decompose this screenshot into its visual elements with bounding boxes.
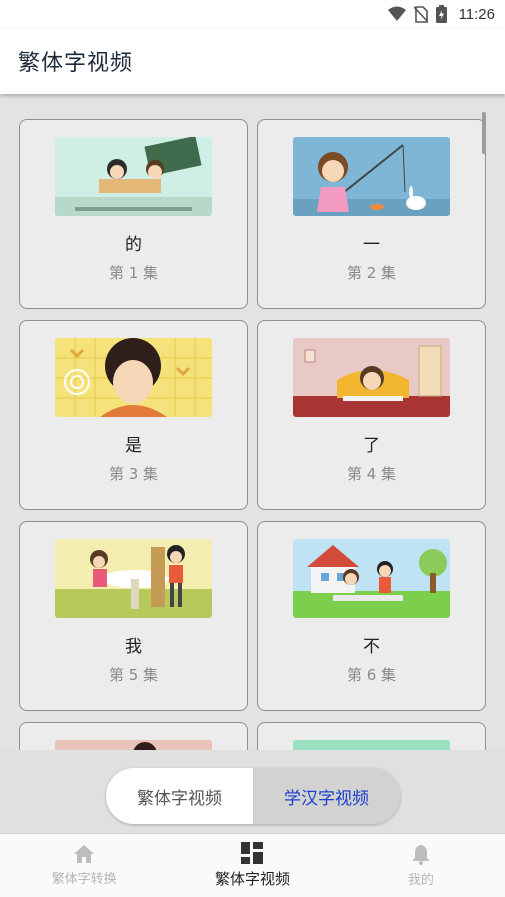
no-sim-icon: [413, 5, 428, 23]
video-char: 了: [363, 436, 380, 456]
video-card[interactable]: [257, 722, 486, 750]
segment-traditional-video[interactable]: 繁体字视频: [106, 768, 253, 824]
nav-item-label: 繁体字转换: [51, 872, 117, 887]
nav-item-label: 繁体字视频: [214, 870, 290, 888]
video-card[interactable]: 了 第 4 集: [257, 320, 486, 510]
video-thumbnail[interactable]: [293, 137, 450, 216]
video-thumbnail[interactable]: [55, 539, 212, 618]
video-card[interactable]: 我 第 5 集: [19, 521, 248, 711]
nav-item-label: 我的: [407, 873, 434, 888]
video-card[interactable]: 不 第 6 集: [257, 521, 486, 711]
video-episode: 第 2 集: [346, 264, 397, 282]
video-episode: 第 3 集: [108, 465, 159, 483]
status-bar: 11:26: [0, 0, 505, 28]
video-episode: 第 1 集: [108, 264, 159, 282]
video-card[interactable]: 的 第 1 集: [19, 119, 248, 309]
video-list[interactable]: 的 第 1 集 一 第 2 集 是 第 3 集 了 第 4 集 我 第 5 集 …: [0, 94, 505, 750]
page-title: 繁体字视频: [18, 51, 134, 76]
battery-charging-icon: [435, 5, 447, 23]
bell-icon: [411, 845, 430, 865]
video-char: 不: [363, 637, 380, 657]
video-card[interactable]: 一 第 2 集: [257, 119, 486, 309]
video-char: 是: [125, 436, 142, 456]
video-thumbnail[interactable]: [55, 137, 212, 216]
segment-area: 繁体字视频 学汉字视频: [0, 750, 505, 833]
scrollbar[interactable]: [482, 112, 486, 154]
video-episode: 第 6 集: [346, 666, 397, 684]
video-thumbnail[interactable]: [55, 338, 212, 417]
nav-item-convert[interactable]: 繁体字转换: [0, 834, 168, 897]
video-char: 我: [125, 637, 142, 657]
home-icon: [74, 845, 95, 863]
video-episode: 第 4 集: [346, 465, 397, 483]
video-thumbnail[interactable]: [293, 740, 450, 750]
nav-item-mine[interactable]: 我的: [337, 834, 505, 897]
app-bar: 繁体字视频: [0, 28, 505, 94]
video-char: 的: [125, 235, 142, 255]
nav-item-videos[interactable]: 繁体字视频: [168, 834, 336, 897]
video-thumbnail[interactable]: [55, 740, 212, 750]
video-episode: 第 5 集: [108, 666, 159, 684]
bottom-nav: 繁体字转换 繁体字视频 我的: [0, 833, 505, 897]
video-type-toggle: 繁体字视频 学汉字视频: [106, 768, 400, 824]
video-card[interactable]: [19, 722, 248, 750]
segment-learn-hanzi-video[interactable]: 学汉字视频: [253, 768, 400, 824]
video-char: 一: [363, 235, 380, 255]
video-grid: 的 第 1 集 一 第 2 集 是 第 3 集 了 第 4 集 我 第 5 集 …: [19, 119, 486, 750]
video-thumbnail[interactable]: [293, 338, 450, 417]
video-thumbnail[interactable]: [293, 539, 450, 618]
wifi-icon: [387, 6, 406, 21]
grid-icon: [241, 842, 264, 864]
status-time: 11:26: [458, 5, 495, 23]
video-card[interactable]: 是 第 3 集: [19, 320, 248, 510]
